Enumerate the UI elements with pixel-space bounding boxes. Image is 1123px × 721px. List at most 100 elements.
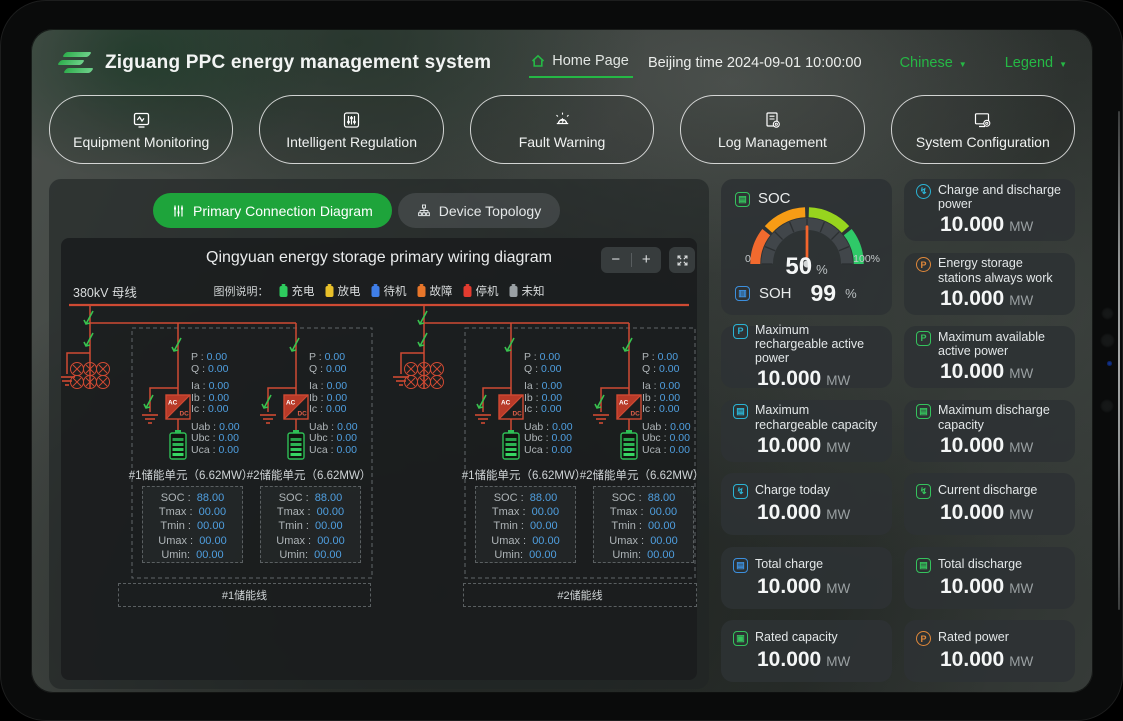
battery-icon [326, 286, 334, 297]
busbar-voltage-label: 380kV 母线 [73, 282, 137, 301]
metric-card-charge-today: ↯ Charge today 10.000MW [721, 473, 892, 535]
metric-card-max-available-active-power: P Maximum available active power 10.000M… [904, 326, 1075, 388]
metric-value: 10.000MW [940, 360, 1063, 384]
metric-label: Current discharge [938, 483, 1037, 499]
app-logo-icon [57, 51, 93, 75]
metric-label: Rated power [938, 630, 1009, 646]
metric-card-total-charge: ▤ Total charge 10.000MW [721, 547, 892, 609]
legend-selector[interactable]: Legend ▼ [1005, 55, 1067, 71]
topology-tree-icon [417, 204, 431, 217]
battery-card-icon: ▤ [733, 558, 748, 573]
svg-text:DC: DC [180, 411, 190, 418]
acdc-converter-label: AC [619, 400, 629, 407]
unit-soc-box: SOC : 88.00 Tmax : 00.00 Tmin : 00.00 Um… [593, 486, 694, 563]
metric-card-rated-power: P Rated power 10.000MW [904, 620, 1075, 682]
metric-label: Maximum available active power [938, 330, 1063, 359]
metrics-sidebar: ▤ SOC [721, 179, 1075, 682]
metric-value: 10.000MW [757, 501, 880, 525]
legend-item-fault: 故障 [418, 283, 453, 299]
wiring-diagram-canvas: Qingyuan energy storage primary wiring d… [61, 238, 697, 680]
home-page-label: Home Page [552, 53, 629, 69]
document-gear-icon [762, 110, 783, 130]
battery-icon: ▣ [733, 631, 748, 646]
battery-card-icon: ▤ [733, 404, 748, 419]
tablet-edge-highlight [1118, 111, 1120, 610]
metric-value: 10.000MW [757, 367, 880, 391]
power-p-circle-icon: P [916, 631, 931, 646]
metric-card-stations-always-work: P Energy storage stations always work 10… [904, 253, 1075, 315]
legend-item-charging: 充电 [280, 283, 315, 299]
metric-label: Total discharge [938, 557, 1022, 573]
app-title: Ziguang PPC energy management system [105, 52, 491, 74]
nav-intelligent-regulation[interactable]: Intelligent Regulation [259, 95, 443, 164]
legend-caption: 图例说明： [214, 283, 269, 299]
soc-gauge-panel: ▤ SOC [721, 179, 892, 315]
zoom-controls: − + [601, 247, 661, 273]
nav-label: Intelligent Regulation [286, 134, 417, 150]
unit-measurements: P :0.00 Q :0.00 Ia :0.00 Ib :0.00 Ic :0.… [309, 352, 389, 456]
unit-name: #2储能单元（6.62MW） [239, 467, 379, 483]
bezel-camera-dot [1101, 307, 1114, 320]
metric-label: Total charge [755, 557, 823, 573]
acdc-converter-label: AC [501, 400, 511, 407]
svg-text:DC: DC [298, 411, 308, 418]
feeder-symbol [61, 305, 110, 389]
tab-primary-connection-diagram[interactable]: Primary Connection Diagram [153, 193, 392, 228]
language-selector[interactable]: Chinese ▼ [900, 55, 967, 71]
metric-label: Maximum rechargeable active power [755, 323, 880, 366]
soh-label: SOH [759, 285, 792, 302]
metric-label: Charge today [755, 483, 830, 499]
fullscreen-icon [676, 254, 689, 267]
main-nav: Equipment Monitoring Intelligent Regulat… [49, 95, 1075, 164]
header-right: Beijing time 2024-09-01 10:00:00 Chinese… [648, 55, 1067, 71]
monitor-pulse-icon [131, 110, 152, 130]
tab-label: Device Topology [439, 203, 541, 219]
metric-value: 10.000MW [940, 434, 1063, 458]
battery-icon [372, 286, 380, 297]
legend-item-shutdown: 停机 [464, 283, 499, 299]
metric-card-max-discharge-capacity: ▤ Maximum discharge capacity 10.000MW [904, 400, 1075, 462]
nav-label: System Configuration [916, 134, 1050, 150]
home-icon [531, 54, 545, 68]
lightning-circle-icon: ↯ [916, 184, 931, 199]
nav-equipment-monitoring[interactable]: Equipment Monitoring [49, 95, 233, 164]
power-flag-icon: P [733, 324, 748, 339]
chevron-down-icon: ▼ [959, 60, 967, 69]
metric-value: 10.000MW [940, 501, 1063, 525]
diagram-tabs: Primary Connection Diagram Device [153, 193, 709, 228]
storage-unit-symbol [142, 323, 190, 459]
screen-gear-icon [972, 110, 993, 130]
metric-card-charge-discharge-power: ↯ Charge and discharge power 10.000MW [904, 179, 1075, 241]
nav-label: Equipment Monitoring [73, 134, 209, 150]
zoom-in-button[interactable]: + [632, 247, 662, 273]
home-page-link[interactable]: Home Page [529, 49, 633, 78]
language-selected-label: Chinese [900, 55, 953, 71]
svg-text:DC: DC [631, 411, 641, 418]
metric-value: 10.000MW [757, 648, 880, 672]
header: Ziguang PPC energy management system Hom… [31, 41, 1093, 85]
nav-system-configuration[interactable]: System Configuration [891, 95, 1075, 164]
battery-icon [280, 286, 288, 297]
unit-soc-box: SOC : 88.00 Tmax : 00.00 Tmin : 00.00 Um… [260, 486, 361, 563]
fullscreen-button[interactable] [669, 247, 695, 273]
zoom-out-button[interactable]: − [601, 247, 631, 273]
unit-soc-box: SOC : 88.00 Tmax : 00.00 Tmin : 00.00 Um… [475, 486, 576, 563]
tablet-frame: Ziguang PPC energy management system Hom… [0, 0, 1123, 721]
metric-value: 10.000MW [757, 434, 880, 458]
legend-item-discharging: 放电 [326, 283, 361, 299]
unit-soc-box: SOC : 88.00 Tmax : 00.00 Tmin : 00.00 Um… [142, 486, 243, 563]
database-health-icon: ▥ [735, 286, 750, 301]
soh-value: 99 [811, 280, 837, 307]
nav-log-management[interactable]: Log Management [680, 95, 864, 164]
nav-fault-warning[interactable]: Fault Warning [470, 95, 654, 164]
metric-label: Rated capacity [755, 630, 838, 646]
power-flag-icon: P [916, 331, 931, 346]
soc-value: 50% [721, 253, 892, 281]
acdc-converter-label: AC [168, 400, 178, 407]
primary-diagram-panel: Primary Connection Diagram Device [49, 179, 709, 689]
battery-card-icon: ▤ [916, 404, 931, 419]
battery-icon [510, 286, 518, 297]
metric-card-rated-capacity: ▣ Rated capacity 10.000MW [721, 620, 892, 682]
tab-device-topology[interactable]: Device Topology [398, 193, 560, 228]
clock-text: Beijing time 2024-09-01 10:00:00 [648, 55, 862, 71]
